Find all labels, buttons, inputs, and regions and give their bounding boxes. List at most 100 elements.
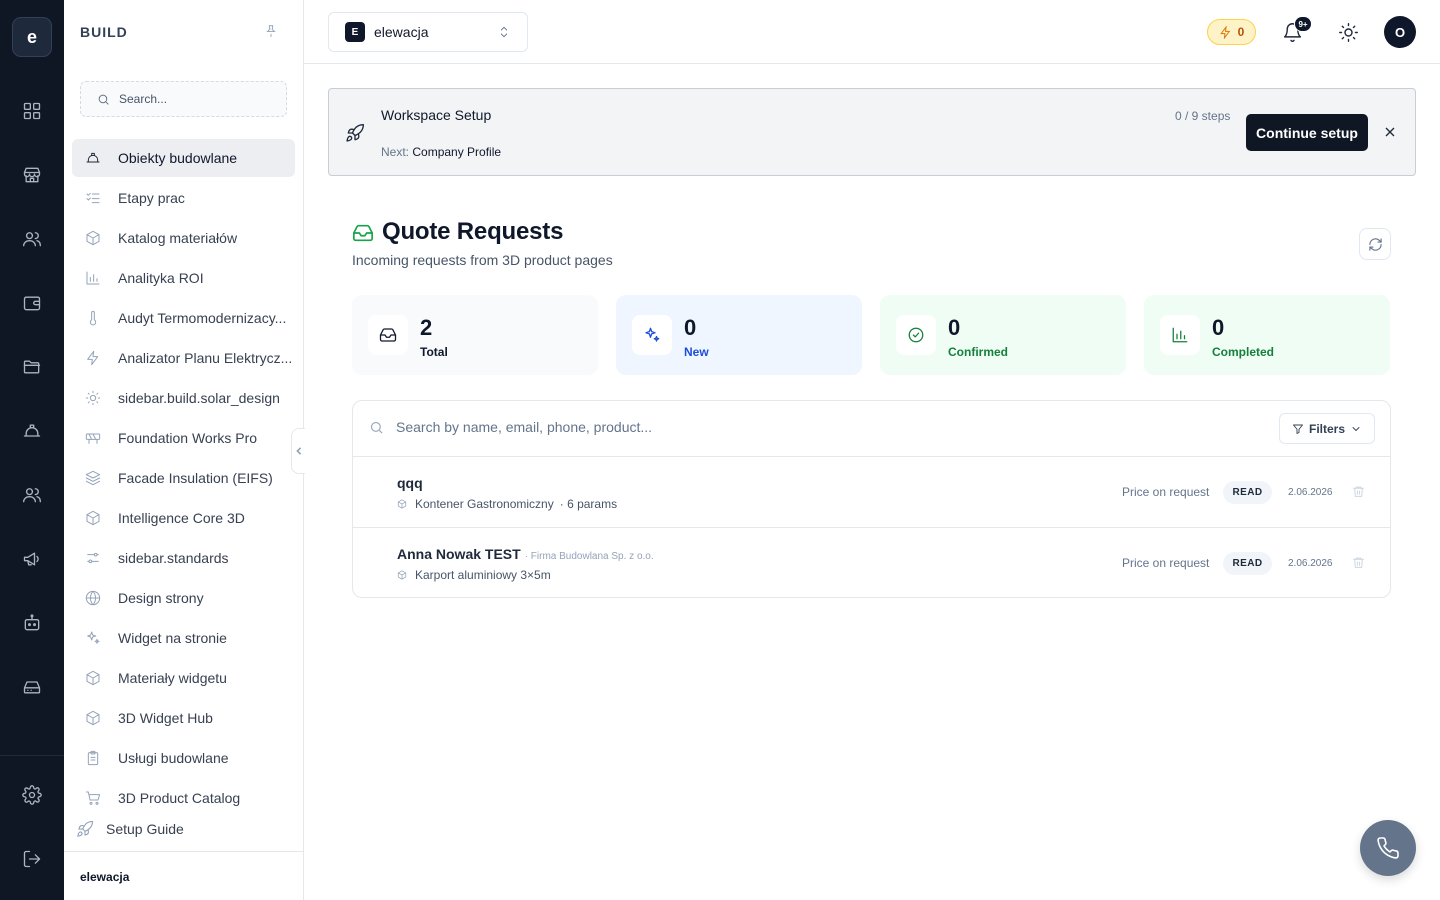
trash-icon[interactable] (1352, 485, 1366, 499)
setup-guide-link[interactable]: Setup Guide (76, 820, 184, 838)
trash-icon[interactable] (1352, 556, 1366, 570)
filters-label: Filters (1308, 421, 1345, 436)
sidebar-item-widget-na-stronie[interactable]: Widget na stronie (72, 619, 295, 657)
close-icon[interactable] (1382, 124, 1400, 142)
hard-hat-icon[interactable] (12, 411, 52, 451)
sidebar-item-label: 3D Widget Hub (118, 710, 213, 726)
filters-button[interactable]: Filters (1279, 413, 1375, 444)
stat-value: 2 (420, 315, 433, 340)
sidebar-item-label: Obiekty budowlane (118, 150, 238, 166)
sidebar-item-label: Materiały widgetu (118, 670, 227, 686)
pin-icon[interactable] (262, 22, 280, 40)
store-icon[interactable] (12, 155, 52, 195)
chevron-down-icon (1352, 426, 1360, 431)
sidebar-collapse-handle[interactable] (291, 428, 305, 474)
rocket-icon (345, 123, 365, 143)
request-customer: Anna Nowak TEST (397, 546, 521, 562)
sidebar-item-uslugi-budowlane[interactable]: Usługi budowlane (72, 739, 295, 777)
stat-card-total[interactable]: 2 Total (352, 295, 598, 375)
users-icon[interactable] (12, 219, 52, 259)
sidebar-footer-workspace[interactable]: elewacja (64, 851, 303, 900)
call-button[interactable] (1360, 820, 1416, 876)
globe-icon (84, 589, 102, 607)
workspace-badge: E (345, 22, 365, 42)
sparkles-icon (632, 315, 672, 355)
sidebar-item-label: Usługi budowlane (118, 750, 229, 766)
sidebar-search[interactable] (80, 81, 287, 117)
settings-icon[interactable] (12, 775, 52, 815)
sidebar-item-audyt-termomodernizacji[interactable]: Audyt Termomodernizacy... (72, 299, 295, 337)
box-icon (397, 570, 407, 580)
stat-label: Total (420, 345, 448, 359)
request-price: Price on request (1122, 556, 1210, 570)
sidebar-nav: Obiekty budowlane Etapy prac Katalog mat… (72, 139, 295, 819)
sidebar: BUILD Obiekty budowlane Etapy prac Katal… (64, 0, 304, 900)
checklist-icon (84, 189, 102, 207)
continue-setup-button[interactable]: Continue setup (1246, 114, 1368, 151)
requests-search-input[interactable] (396, 419, 996, 435)
sidebar-item-facade-insulation[interactable]: Facade Insulation (EIFS) (72, 459, 295, 497)
banner-next-step: Next: Company Profile (381, 145, 501, 159)
theme-toggle-button[interactable] (1330, 14, 1366, 50)
sidebar-item-3d-widget-hub[interactable]: 3D Widget Hub (72, 699, 295, 737)
wallet-icon[interactable] (12, 283, 52, 323)
sidebar-item-label: Audyt Termomodernizacy... (118, 310, 287, 326)
banner-next-value: Company Profile (412, 145, 502, 159)
request-customer: qqq (397, 475, 423, 491)
megaphone-icon[interactable] (12, 539, 52, 579)
sidebar-search-input[interactable] (119, 92, 269, 106)
sidebar-item-materialy-widgetu[interactable]: Materiały widgetu (72, 659, 295, 697)
sidebar-item-3d-product-catalog[interactable]: 3D Product Catalog (72, 779, 295, 817)
box-icon (84, 669, 102, 687)
sidebar-item-solar-design[interactable]: sidebar.build.solar_design (72, 379, 295, 417)
sidebar-item-intelligence-core[interactable]: Intelligence Core 3D (72, 499, 295, 537)
barrier-icon (84, 429, 102, 447)
sidebar-item-design-strony[interactable]: Design strony (72, 579, 295, 617)
request-product-name: Kontener Gastronomiczny (415, 497, 554, 511)
bot-icon[interactable] (12, 603, 52, 643)
app-logo[interactable]: e (12, 17, 52, 57)
request-product: Karport aluminiowy 3×5m (397, 568, 557, 582)
sidebar-item-label: Analizator Planu Elektrycz... (118, 350, 293, 366)
setup-guide-label: Setup Guide (106, 821, 184, 837)
sidebar-item-katalog-materialow[interactable]: Katalog materiałów (72, 219, 295, 257)
banner-title: Workspace Setup (381, 107, 492, 123)
request-company: · Firma Budowlana Sp. z o.o. (524, 551, 654, 562)
sidebar-item-etapy-prac[interactable]: Etapy prac (72, 179, 295, 217)
grid-icon[interactable] (12, 91, 52, 131)
sliders-icon (84, 549, 102, 567)
stat-card-completed[interactable]: 0 Completed (1144, 295, 1390, 375)
request-row[interactable]: qqq Kontener Gastronomiczny · 6 params P… (353, 456, 1390, 527)
request-row[interactable]: Anna Nowak TEST · Firma Budowlana Sp. z o… (353, 527, 1390, 598)
logout-icon[interactable] (12, 839, 52, 879)
stat-label: New (684, 345, 709, 359)
page-subtitle: Incoming requests from 3D product pages (352, 252, 613, 268)
user-avatar[interactable]: O (1384, 16, 1416, 48)
sidebar-item-obiekty-budowlane[interactable]: Obiekty budowlane (72, 139, 295, 177)
requests-search[interactable] (369, 419, 996, 435)
sidebar-item-foundation-works[interactable]: Foundation Works Pro (72, 419, 295, 457)
folder-icon[interactable] (12, 347, 52, 387)
inbox-icon (352, 222, 374, 244)
stat-value: 0 (948, 315, 961, 340)
drive-icon[interactable] (12, 667, 52, 707)
phone-icon (1377, 837, 1399, 859)
clipboard-icon (84, 749, 102, 767)
sidebar-item-analizator-planu[interactable]: Analizator Planu Elektrycz... (72, 339, 295, 377)
team-icon[interactable] (12, 475, 52, 515)
sidebar-item-label: Facade Insulation (EIFS) (118, 470, 273, 486)
notifications-button[interactable]: 9+ (1274, 14, 1312, 50)
zap-icon (84, 349, 102, 367)
page-title: Quote Requests (382, 218, 564, 245)
stat-card-new[interactable]: 0 New (616, 295, 862, 375)
sidebar-item-analityka-roi[interactable]: Analityka ROI (72, 259, 295, 297)
icon-rail: e (0, 0, 64, 900)
stat-card-confirmed[interactable]: 0 Confirmed (880, 295, 1126, 375)
sidebar-item-label: Analityka ROI (118, 270, 204, 286)
sidebar-item-standards[interactable]: sidebar.standards (72, 539, 295, 577)
workspace-selector[interactable]: E elewacja (328, 12, 528, 52)
credits-badge[interactable]: 0 (1207, 19, 1256, 45)
bar-chart-icon (1160, 315, 1200, 355)
refresh-button[interactable] (1359, 228, 1391, 260)
thermometer-icon (84, 309, 102, 327)
